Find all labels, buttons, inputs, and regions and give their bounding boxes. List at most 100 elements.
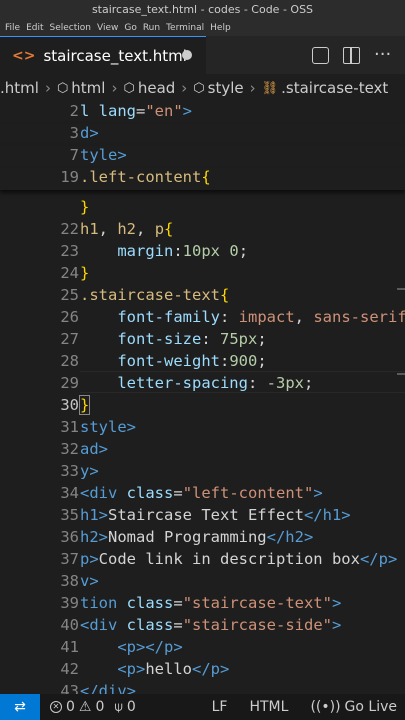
code-line-row[interactable]: 25 }: [0, 262, 405, 304]
code-line: h2>Nomad Programming</h2>: [80, 528, 314, 546]
code-line-row[interactable]: 38 p>Code link in description box</p>: [0, 548, 405, 590]
antenna-icon: ⍦: [114, 699, 123, 715]
menu-run[interactable]: Run: [143, 23, 160, 33]
code-line-row[interactable]: 37 h2>Nomad Programming</h2>: [0, 526, 405, 568]
menu-file[interactable]: File: [5, 23, 20, 33]
unsaved-dot-icon[interactable]: [182, 50, 192, 60]
code-line: }: [80, 198, 90, 216]
code-editor[interactable]: 2 l lang="en"> 3 d> 7 tyle> 19 .left-con…: [0, 102, 405, 694]
ports-count: 0: [126, 699, 136, 715]
code-line: h1>Staircase Text Effect</h1>: [80, 506, 351, 524]
warning-count: 0: [95, 699, 105, 715]
menu-terminal[interactable]: Terminal: [166, 23, 204, 33]
code-line-row[interactable]: 27 font-family: impact, sans-serif;: [0, 306, 405, 348]
remote-indicator-icon[interactable]: ⇄: [0, 694, 40, 720]
code-line-row[interactable]: 23 h1, h2, p{: [0, 218, 405, 260]
menu-help[interactable]: Help: [210, 23, 231, 33]
code-line: tion class="staircase-text">: [80, 594, 342, 612]
code-line-row[interactable]: 30 letter-spacing: -3px;: [0, 372, 405, 414]
code-line: tyle>: [80, 146, 127, 164]
line-number: 7: [69, 146, 79, 164]
code-line-row[interactable]: 42 <p></p>: [0, 636, 405, 678]
code-line-row[interactable]: 39 v>: [0, 570, 405, 612]
code-line: <p></p>: [117, 638, 183, 656]
breadcrumb-head[interactable]: head: [138, 79, 175, 97]
sticky-line[interactable]: 3 d>: [0, 124, 405, 146]
chevron-right-icon: ›: [111, 79, 118, 97]
error-icon: ✕: [50, 701, 62, 713]
code-line: <p>hello</p>: [117, 660, 230, 678]
sticky-line[interactable]: 19 .left-content{: [0, 168, 405, 190]
code-line-row[interactable]: 43 <p>hello</p>: [0, 658, 405, 694]
warning-icon: ⚠: [78, 699, 92, 715]
menu-go[interactable]: Go: [124, 23, 136, 33]
open-changes-icon[interactable]: [312, 46, 329, 64]
code-line: v>: [80, 572, 99, 590]
code-line-row[interactable]: 34 y>: [0, 460, 405, 502]
ports-indicator[interactable]: ⍦ 0: [114, 699, 135, 715]
code-line-row[interactable]: 32 style>: [0, 416, 405, 458]
code-line-row[interactable]: 29 font-weight:900;: [0, 350, 405, 392]
code-line: l lang="en">: [80, 102, 193, 120]
sticky-line[interactable]: 7 tyle>: [0, 146, 405, 168]
error-count: 0: [66, 699, 75, 715]
line-number: 3: [69, 124, 79, 142]
line-number: 2: [69, 102, 79, 120]
breadcrumb-staircase-text[interactable]: .staircase-text: [281, 79, 388, 97]
code-line-row[interactable]: 31 }: [0, 394, 405, 436]
eol-indicator[interactable]: LF: [212, 699, 228, 715]
code-line: margin:10px 0;: [117, 242, 249, 260]
code-line: h1, h2, p{: [80, 220, 174, 238]
code-line-row[interactable]: 26 .staircase-text{: [0, 284, 405, 326]
cube-icon: ⬡: [56, 80, 69, 96]
code-line-row[interactable]: 35 <div class="left-content">: [0, 482, 405, 524]
sticky-line[interactable]: 2 l lang="en">: [0, 102, 405, 124]
line-number: 19: [60, 168, 79, 186]
code-line: .left-content{: [80, 168, 211, 186]
code-line: }: [80, 264, 90, 282]
split-editor-icon[interactable]: [343, 46, 360, 64]
cube-icon: ⬡: [123, 80, 135, 96]
chevron-right-icon: ›: [44, 79, 51, 97]
window-title-bar: staircase_text.html - codes - Code - OSS: [0, 0, 405, 19]
language-mode[interactable]: HTML: [249, 699, 288, 715]
breadcrumb-style[interactable]: style: [208, 79, 244, 97]
language-label: HTML: [249, 699, 289, 715]
code-line: font-family: impact, sans-serif;: [117, 308, 405, 326]
code-line-row[interactable]: 36 h1>Staircase Text Effect</h1>: [0, 504, 405, 546]
code-line-row[interactable]: 22 }: [0, 196, 405, 238]
breadcrumb-file[interactable]: .html: [0, 79, 39, 97]
code-line: d>: [80, 124, 99, 142]
code-line-row[interactable]: 40 tion class="staircase-text">: [0, 592, 405, 634]
menu-bar: File Edit Selection View Go Run Terminal…: [0, 19, 405, 36]
breadcrumb: .html › ⬡ html › ⬡ head › ⬡ style › ⛓ .s…: [0, 74, 405, 102]
tab-staircase-text-html[interactable]: <> staircase_text.html: [0, 36, 206, 74]
code-line: font-size: 75px;: [117, 330, 267, 348]
code-line-row[interactable]: 44 </div>: [0, 680, 405, 694]
code-line: p>Code link in description box</p>: [80, 550, 398, 568]
menu-selection[interactable]: Selection: [50, 23, 91, 33]
chevron-right-icon: ›: [181, 79, 188, 97]
code-line-row[interactable]: 28 font-size: 75px;: [0, 328, 405, 370]
go-live-button[interactable]: ((•)) Go Live: [310, 699, 397, 715]
code-line-row[interactable]: 41 <div class="staircase-side">: [0, 614, 405, 656]
window-title: staircase_text.html - codes - Code - OSS: [91, 3, 314, 16]
code-line: }: [78, 395, 91, 415]
code-line: style>: [80, 418, 136, 436]
code-line-row[interactable]: 24 margin:10px 0;: [0, 240, 405, 282]
code-line: </div>: [80, 682, 136, 694]
html-file-icon: <>: [12, 47, 36, 64]
breadcrumb-html[interactable]: html: [71, 79, 105, 97]
problems-indicator[interactable]: ✕ 0 ⚠ 0: [50, 699, 104, 715]
menu-view[interactable]: View: [97, 23, 118, 33]
code-line: letter-spacing: -3px;: [117, 374, 314, 392]
cube-icon: ⬡: [193, 80, 205, 96]
chevron-right-icon: ›: [249, 79, 256, 97]
menu-edit[interactable]: Edit: [26, 23, 43, 33]
code-line-row[interactable]: 33 ad>: [0, 438, 405, 480]
status-bar: ⇄ ✕ 0 ⚠ 0 ⍦ 0 LF HTML ((•)) Go Live: [0, 694, 405, 720]
editor-actions: ···: [312, 36, 405, 74]
more-actions-icon[interactable]: ···: [374, 45, 391, 64]
overview-ruler-mark: [397, 373, 405, 375]
code-line: font-weight:900;: [117, 352, 267, 370]
